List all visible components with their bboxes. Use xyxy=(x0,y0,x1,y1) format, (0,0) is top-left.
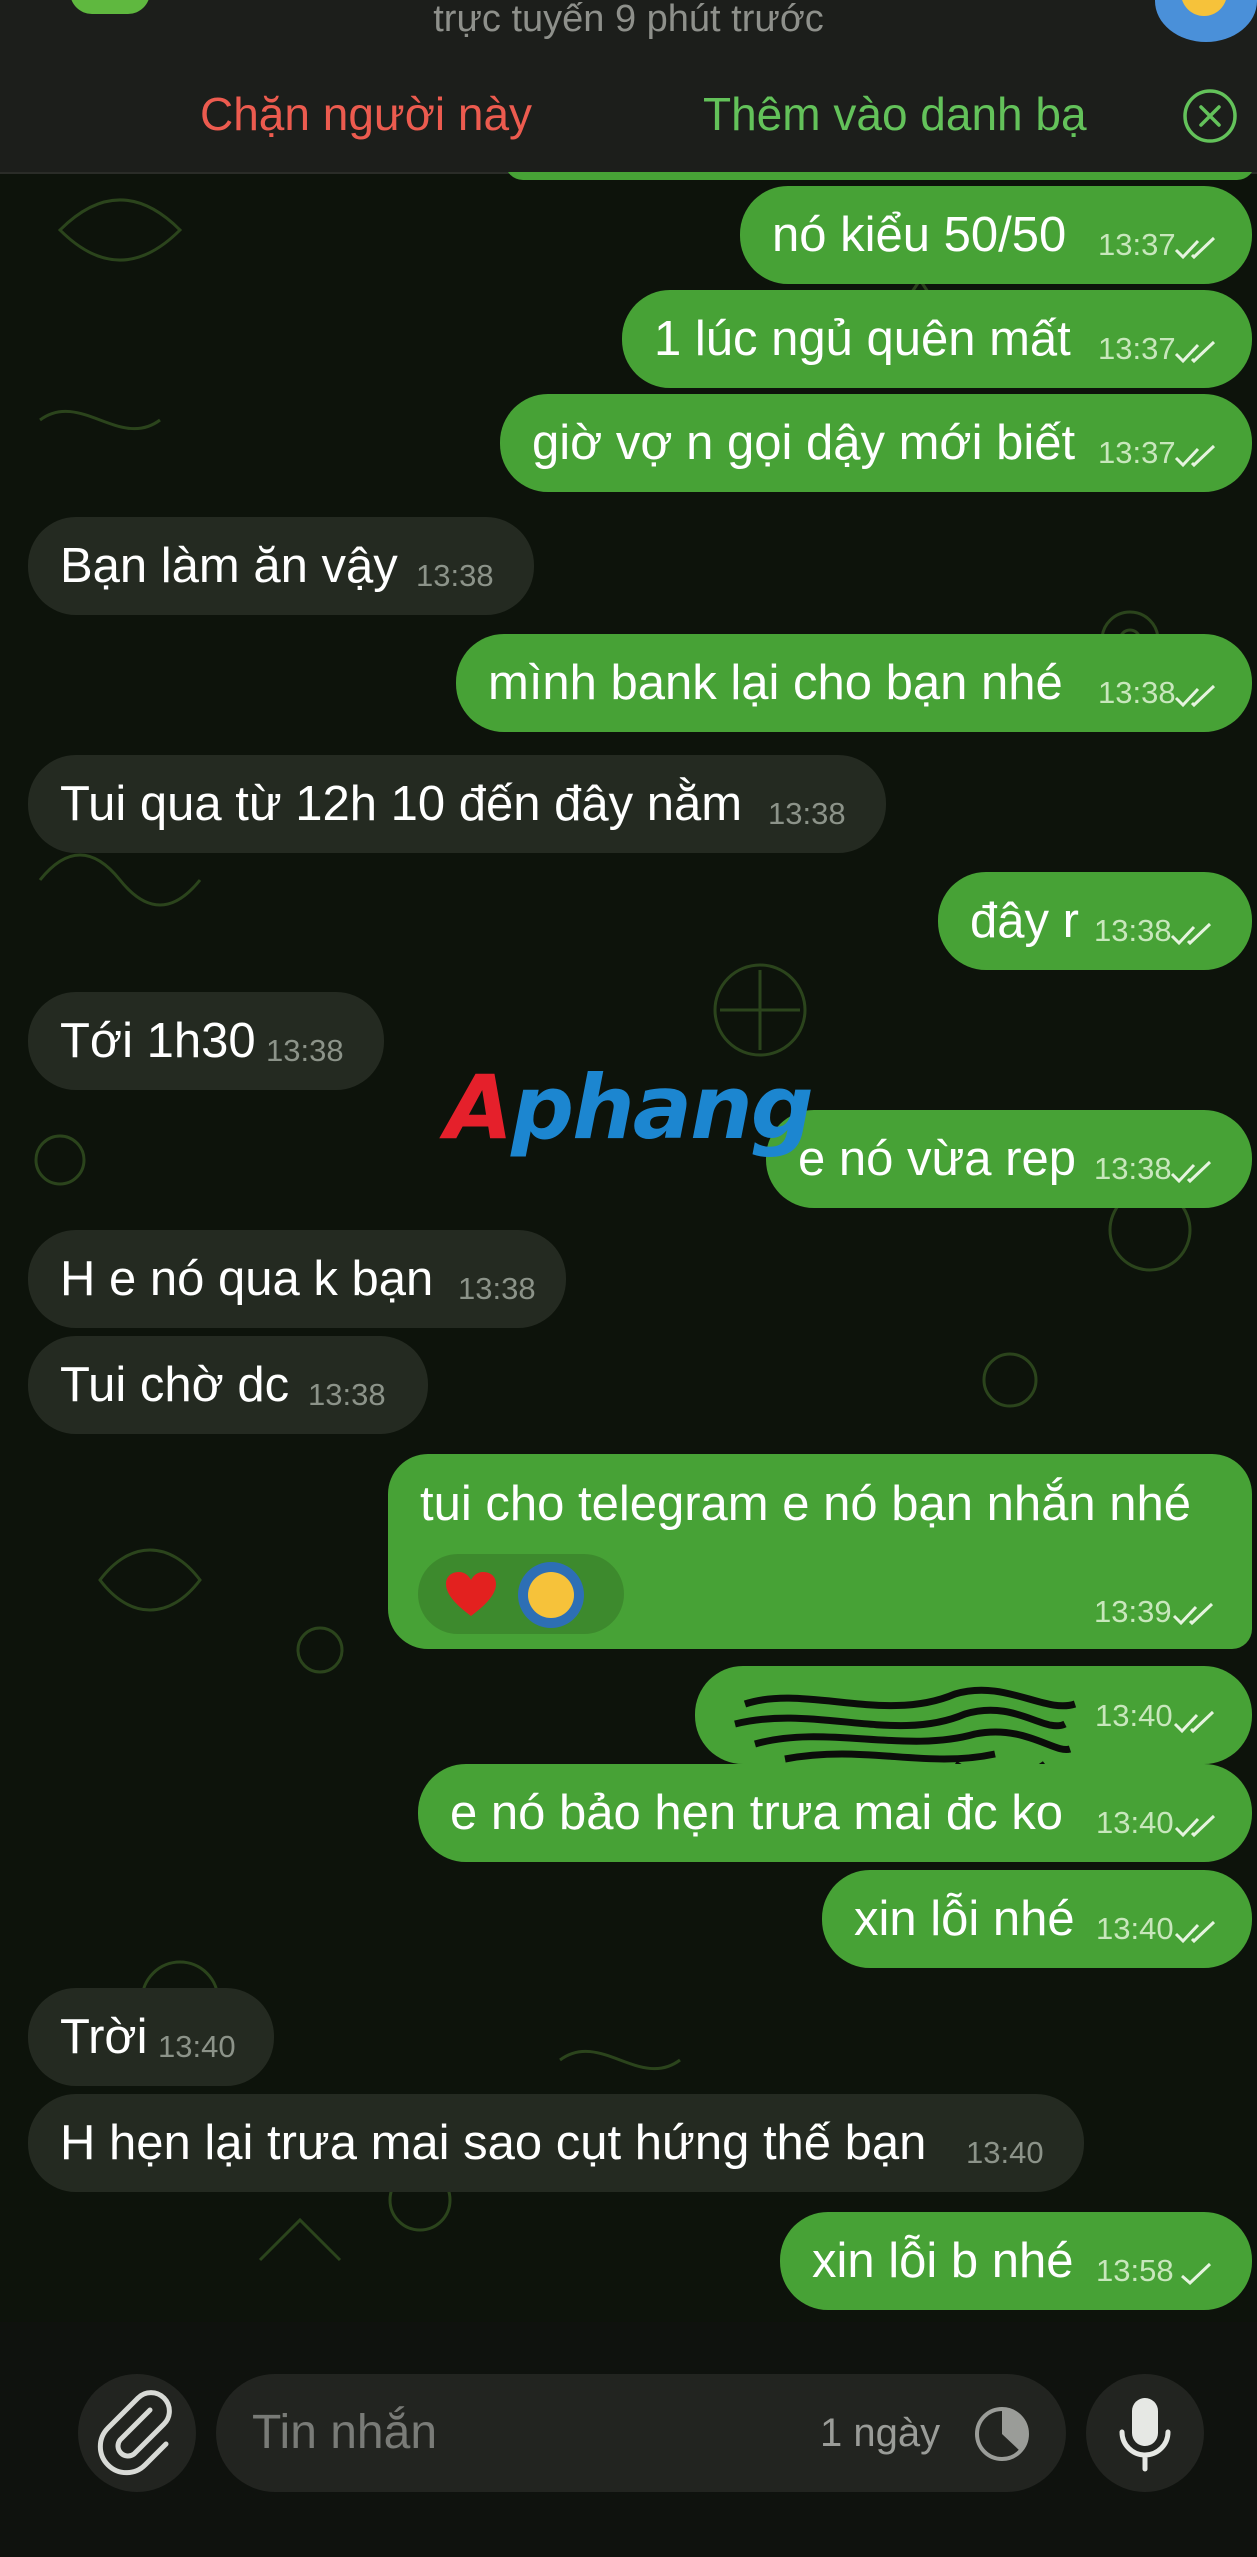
message-time: 13:40 xyxy=(1096,1911,1174,1946)
close-icon[interactable] xyxy=(1182,88,1238,144)
message-text: H hẹn lại trưa mai sao cụt hứng thế bạn xyxy=(60,2116,927,2170)
message-input-placeholder: Tin nhắn xyxy=(252,2406,438,2459)
message-text: e nó bảo hẹn trưa mai đc ko xyxy=(450,1786,1064,1840)
message-bubble-incoming[interactable]: Tui chờ dc 13:38 xyxy=(28,1336,428,1434)
message-text: Trời xyxy=(60,2010,148,2064)
message-bubble-outgoing[interactable]: xin lỗi b nhé 13:58 xyxy=(780,2212,1252,2310)
message-time: 13:37 xyxy=(1098,331,1176,366)
auto-delete-timer-icon[interactable] xyxy=(972,2404,1032,2464)
message-bubble-outgoing[interactable]: e nó vừa rep 13:38 xyxy=(766,1110,1252,1208)
read-double-check-icon xyxy=(1173,1710,1215,1734)
read-double-check-icon xyxy=(1174,1814,1216,1838)
paperclip-icon xyxy=(97,2390,172,2476)
message-text: 1 lúc ngủ quên mất xyxy=(654,312,1071,366)
message-bubble-redacted[interactable]: 13:40 xyxy=(695,1666,1252,1781)
message-bubble-outgoing[interactable]: nó kiểu 50/50 13:37 xyxy=(740,186,1252,284)
read-double-check-icon xyxy=(1172,1602,1214,1626)
message-bubble-incoming[interactable]: H e nó qua k bạn 13:38 xyxy=(28,1230,566,1328)
message-bubble-outgoing[interactable]: e nó bảo hẹn trưa mai đc ko 13:40 xyxy=(418,1764,1252,1862)
message-time: 13:38 xyxy=(1094,1151,1172,1186)
message-bubble-outgoing[interactable]: 1 lúc ngủ quên mất 13:37 xyxy=(622,290,1252,388)
message-text: nó kiểu 50/50 xyxy=(772,208,1067,262)
watermark-logo: Aphang xyxy=(445,1056,814,1159)
message-time: 13:38 xyxy=(1098,675,1176,710)
laughing-face-reaction-icon[interactable] xyxy=(518,1562,584,1628)
message-time: 13:38 xyxy=(1094,913,1172,948)
add-contact-button[interactable]: Thêm vào danh bạ xyxy=(703,86,1087,142)
message-text: đây r xyxy=(970,894,1079,948)
message-text: tui cho telegram e nó bạn nhắn nhé xyxy=(420,1477,1191,1531)
message-input[interactable]: Tin nhắn 1 ngày xyxy=(216,2374,1066,2492)
message-text: H e nó qua k bạn xyxy=(60,1252,434,1306)
reaction-bar[interactable] xyxy=(418,1554,624,1634)
message-bubble-with-reactions[interactable]: tui cho telegram e nó bạn nhắn nhé 13:39 xyxy=(388,1454,1252,1649)
message-bubble-incoming[interactable]: Bạn làm ăn vậy 13:38 xyxy=(28,517,534,615)
chat-header: trực tuyến 9 phút trước Chặn người này T… xyxy=(0,0,1257,174)
message-list[interactable]: nó kiểu 50/50 13:37 1 lúc ngủ quên mất 1… xyxy=(0,172,1257,2322)
message-time: 13:58 xyxy=(1096,2253,1174,2288)
message-bubble-outgoing[interactable]: mình bank lại cho bạn nhé 13:38 xyxy=(456,634,1252,732)
read-double-check-icon xyxy=(1174,444,1216,468)
message-time: 13:38 xyxy=(308,1377,386,1412)
heart-reaction-icon[interactable] xyxy=(446,1572,496,1618)
message-time: 13:40 xyxy=(1096,1805,1174,1840)
message-time: 13:40 xyxy=(966,2135,1044,2170)
message-text: Tui qua từ 12h 10 đến đây nằm xyxy=(60,777,743,831)
read-double-check-icon xyxy=(1174,340,1216,364)
message-text: Bạn làm ăn vậy xyxy=(60,539,398,593)
message-time: 13:39 xyxy=(1094,1594,1172,1629)
message-bubble-incoming[interactable]: Tới 1h30 13:38 xyxy=(28,992,384,1090)
contact-action-bar: Chặn người này Thêm vào danh bạ xyxy=(0,58,1257,170)
microphone-icon xyxy=(1119,2398,1171,2472)
message-time: 13:37 xyxy=(1098,227,1176,262)
message-text: e nó vừa rep xyxy=(798,1132,1076,1186)
message-bubble-outgoing[interactable]: giờ vợ n gọi dậy mới biết 13:37 xyxy=(500,394,1252,492)
message-time: 13:38 xyxy=(266,1033,344,1068)
message-time: 13:40 xyxy=(1095,1698,1173,1733)
message-text: xin lỗi b nhé xyxy=(812,2234,1074,2288)
message-bubble-incoming[interactable]: H hẹn lại trưa mai sao cụt hứng thế bạn … xyxy=(28,2094,1084,2192)
message-bubble-incoming[interactable]: Tui qua từ 12h 10 đến đây nằm 13:38 xyxy=(28,755,886,853)
read-double-check-icon xyxy=(1170,1160,1212,1184)
laughing-face-icon xyxy=(528,1572,574,1618)
message-text: giờ vợ n gọi dậy mới biết xyxy=(532,416,1076,470)
attach-button[interactable] xyxy=(78,2374,196,2492)
read-double-check-icon xyxy=(1174,684,1216,708)
message-time: 13:38 xyxy=(458,1271,536,1306)
message-time: 13:38 xyxy=(768,796,846,831)
message-text: xin lỗi nhé xyxy=(854,1892,1075,1946)
message-text: Tới 1h30 xyxy=(60,1014,256,1068)
voice-record-button[interactable] xyxy=(1086,2374,1204,2492)
read-double-check-icon xyxy=(1174,236,1216,260)
message-text: mình bank lại cho bạn nhé xyxy=(488,656,1063,710)
previous-message-edge xyxy=(505,172,1255,180)
read-double-check-icon xyxy=(1170,922,1212,946)
auto-delete-timer-label[interactable]: 1 ngày xyxy=(820,2374,940,2492)
message-bubble-incoming[interactable]: Trời 13:40 xyxy=(28,1988,274,2086)
block-user-button[interactable]: Chặn người này xyxy=(200,86,532,142)
message-composer: Tin nhắn 1 ngày xyxy=(0,2322,1257,2557)
online-status: trực tuyến 9 phút trước xyxy=(433,0,824,40)
delivered-check-icon xyxy=(1181,2262,1212,2286)
avatar-emoji-icon xyxy=(1181,0,1227,16)
message-bubble-outgoing[interactable]: đây r 13:38 xyxy=(938,872,1252,970)
message-text: Tui chờ dc xyxy=(60,1358,290,1412)
message-bubble-outgoing[interactable]: xin lỗi nhé 13:40 xyxy=(822,1870,1252,1968)
read-double-check-icon xyxy=(1174,1920,1216,1944)
message-time: 13:37 xyxy=(1098,435,1176,470)
message-time: 13:38 xyxy=(416,558,494,593)
message-time: 13:40 xyxy=(158,2029,236,2064)
